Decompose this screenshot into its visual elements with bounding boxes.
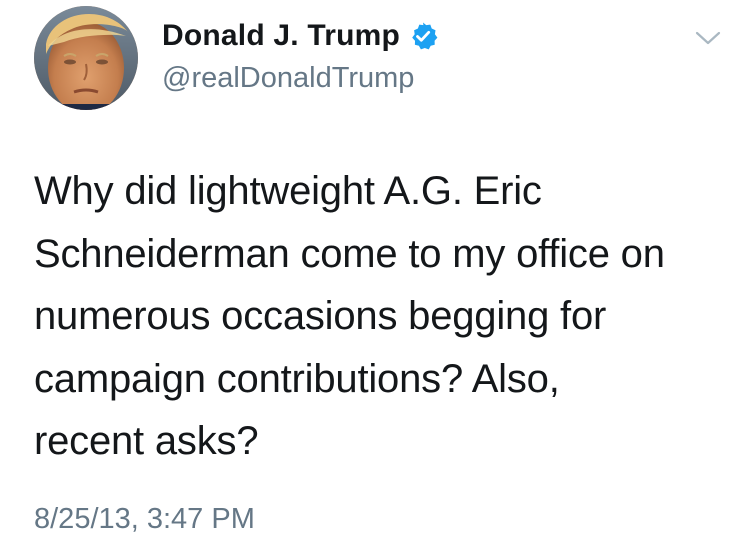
verified-badge-icon <box>408 21 438 51</box>
tweet-timestamp[interactable]: 8/25/13, 3:47 PM <box>34 503 255 536</box>
tweet-text-line: Schneiderman come to my office on <box>34 231 665 276</box>
avatar[interactable] <box>34 6 138 110</box>
tweet-card: Donald J. Trump @realDonaldTrump Why did… <box>0 0 750 546</box>
author-name-row[interactable]: Donald J. Trump <box>162 16 438 56</box>
display-name[interactable]: Donald J. Trump <box>162 19 400 53</box>
tweet-text-line: Why did lightweight A.G. Eric <box>34 169 542 213</box>
avatar-image <box>34 6 138 110</box>
tweet-text-line: recent asks? <box>34 419 259 463</box>
tweet-text-line: campaign contributions? Also, <box>34 356 560 401</box>
chevron-down-icon[interactable] <box>693 28 723 48</box>
tweet-text-line: numerous occasions begging for <box>34 294 607 338</box>
tweet-text: Why did lightweight A.G. Eric Schneiderm… <box>34 160 734 473</box>
user-handle[interactable]: @realDonaldTrump <box>162 62 414 95</box>
